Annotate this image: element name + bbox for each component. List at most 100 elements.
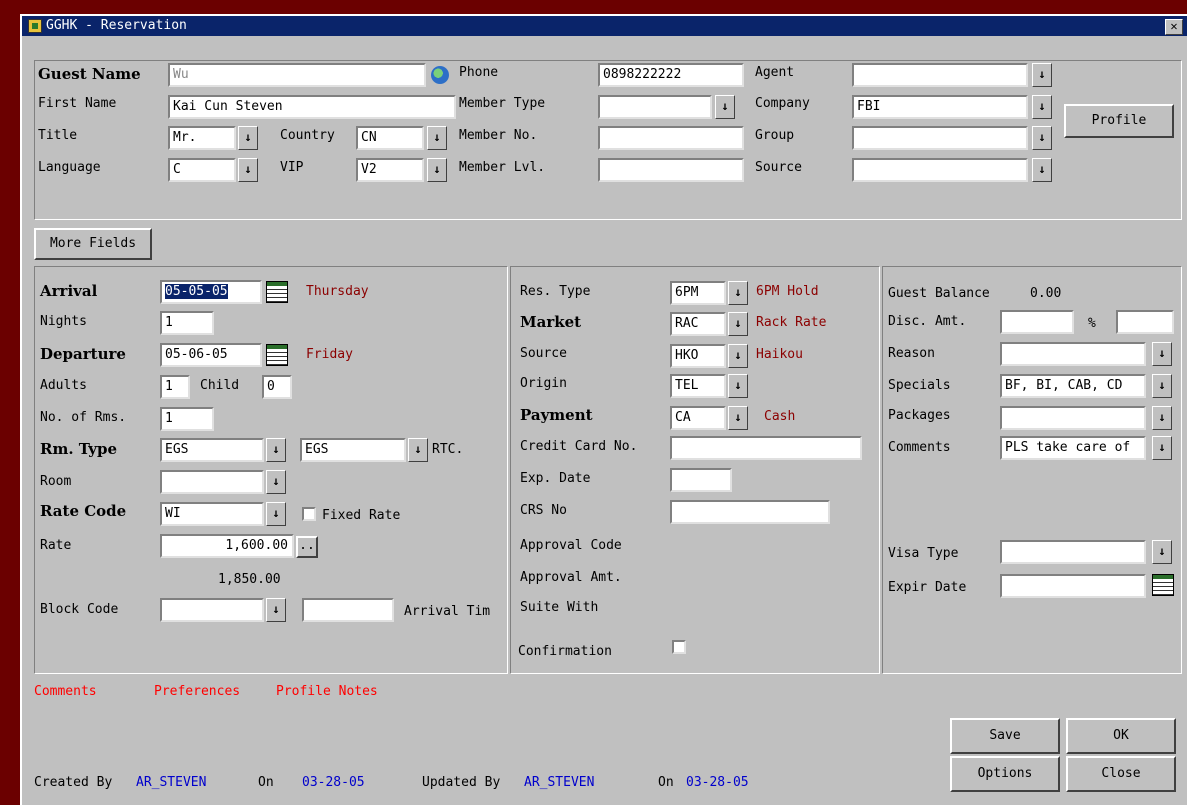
child-input[interactable]: 0: [262, 375, 292, 399]
source-res-input[interactable]: HKO: [670, 344, 726, 368]
guest-name-input[interactable]: Wu: [168, 63, 426, 87]
visa-type-input[interactable]: [1000, 540, 1146, 564]
group-dropdown-icon[interactable]: ↓: [1032, 126, 1052, 150]
exp-date-input[interactable]: [670, 468, 732, 492]
rm-type-input[interactable]: EGS: [160, 438, 264, 462]
member-type-dropdown-icon[interactable]: ↓: [715, 95, 735, 119]
comments-label: Comments: [888, 440, 951, 455]
arrival-calendar-icon[interactable]: [266, 281, 288, 303]
crs-no-input[interactable]: [670, 500, 830, 524]
source-input[interactable]: [852, 158, 1028, 182]
rate-detail-button[interactable]: ..: [296, 536, 318, 558]
source-dropdown-icon[interactable]: ↓: [1032, 158, 1052, 182]
source-res-label: Source: [520, 346, 567, 361]
vip-input[interactable]: V2: [356, 158, 424, 182]
country-dropdown-icon[interactable]: ↓: [427, 126, 447, 150]
close-button[interactable]: Close: [1066, 756, 1176, 792]
language-input[interactable]: C: [168, 158, 236, 182]
expir-date-input[interactable]: [1000, 574, 1146, 598]
room-input[interactable]: [160, 470, 264, 494]
packages-dropdown-icon[interactable]: ↓: [1152, 406, 1172, 430]
confirmation-checkbox[interactable]: [672, 640, 686, 654]
reason-dropdown-icon[interactable]: ↓: [1152, 342, 1172, 366]
group-label: Group: [755, 128, 795, 143]
rm-type-input-2[interactable]: EGS: [300, 438, 406, 462]
title-dropdown-icon[interactable]: ↓: [238, 126, 258, 150]
origin-dropdown-icon[interactable]: ↓: [728, 374, 748, 398]
profile-button[interactable]: Profile: [1064, 104, 1174, 138]
globe-icon[interactable]: [431, 66, 449, 84]
comments-input[interactable]: PLS take care of: [1000, 436, 1146, 460]
ok-button[interactable]: OK: [1066, 718, 1176, 754]
reason-input[interactable]: [1000, 342, 1146, 366]
res-type-input[interactable]: 6PM: [670, 281, 726, 305]
agent-dropdown-icon[interactable]: ↓: [1032, 63, 1052, 87]
rate-input[interactable]: 1,600.00: [160, 534, 294, 558]
rtc-label: RTC.: [432, 442, 464, 457]
nights-input[interactable]: 1: [160, 311, 214, 335]
fixed-rate-label: Fixed Rate: [322, 508, 401, 523]
comments-link[interactable]: Comments: [34, 684, 97, 699]
market-dropdown-icon[interactable]: ↓: [728, 312, 748, 336]
agent-input[interactable]: [852, 63, 1028, 87]
window-title: GGHK - Reservation: [46, 18, 187, 33]
source-res-dropdown-icon[interactable]: ↓: [728, 344, 748, 368]
member-lvl-input[interactable]: [598, 158, 744, 182]
rm-type-label: Rm. Type: [40, 440, 118, 458]
origin-input[interactable]: TEL: [670, 374, 726, 398]
block-code-dropdown-icon[interactable]: ↓: [266, 598, 286, 622]
more-fields-button[interactable]: More Fields: [34, 228, 152, 260]
comments-dropdown-icon[interactable]: ↓: [1152, 436, 1172, 460]
adults-input[interactable]: 1: [160, 375, 190, 399]
disc-amt-input[interactable]: [1000, 310, 1074, 334]
app-icon: [28, 19, 42, 33]
preferences-link[interactable]: Preferences: [154, 684, 240, 699]
rm-type-dropdown-icon[interactable]: ↓: [266, 438, 286, 462]
country-input[interactable]: CN: [356, 126, 424, 150]
first-name-input[interactable]: Kai Cun Steven: [168, 95, 456, 119]
visa-type-dropdown-icon[interactable]: ↓: [1152, 540, 1172, 564]
specials-dropdown-icon[interactable]: ↓: [1152, 374, 1172, 398]
save-button[interactable]: Save: [950, 718, 1060, 754]
expir-date-calendar-icon[interactable]: [1152, 574, 1174, 596]
member-type-label: Member Type: [459, 96, 546, 111]
specials-input[interactable]: BF, BI, CAB, CD: [1000, 374, 1146, 398]
close-window-button[interactable]: ✕: [1165, 19, 1183, 35]
arrival-input[interactable]: 05-05-05: [160, 280, 262, 304]
payment-input[interactable]: CA: [670, 406, 726, 430]
updated-by-value: AR_STEVEN: [524, 775, 595, 790]
payment-dropdown-icon[interactable]: ↓: [728, 406, 748, 430]
rate-code-input[interactable]: WI: [160, 502, 264, 526]
arrival-time-input[interactable]: [302, 598, 394, 622]
packages-input[interactable]: [1000, 406, 1146, 430]
title-bar[interactable]: GGHK - Reservation ✕: [22, 16, 1187, 36]
fixed-rate-checkbox[interactable]: [302, 507, 316, 521]
specials-label: Specials: [888, 378, 951, 393]
rooms-input[interactable]: 1: [160, 407, 214, 431]
res-type-dropdown-icon[interactable]: ↓: [728, 281, 748, 305]
market-desc: Rack Rate: [756, 315, 827, 330]
room-dropdown-icon[interactable]: ↓: [266, 470, 286, 494]
member-type-input[interactable]: [598, 95, 712, 119]
departure-input[interactable]: 05-06-05: [160, 343, 262, 367]
language-dropdown-icon[interactable]: ↓: [238, 158, 258, 182]
vip-dropdown-icon[interactable]: ↓: [427, 158, 447, 182]
rm-type-2-dropdown-icon[interactable]: ↓: [408, 438, 428, 462]
market-input[interactable]: RAC: [670, 312, 726, 336]
options-button[interactable]: Options: [950, 756, 1060, 792]
phone-input[interactable]: 0898222222: [598, 63, 744, 87]
title-input[interactable]: Mr.: [168, 126, 236, 150]
language-label: Language: [38, 160, 101, 175]
block-code-input[interactable]: [160, 598, 264, 622]
company-input[interactable]: FBI: [852, 95, 1028, 119]
percent-input[interactable]: [1116, 310, 1174, 334]
res-type-label: Res. Type: [520, 284, 591, 299]
rate-code-dropdown-icon[interactable]: ↓: [266, 502, 286, 526]
group-input[interactable]: [852, 126, 1028, 150]
percent-label: %: [1088, 316, 1096, 331]
company-dropdown-icon[interactable]: ↓: [1032, 95, 1052, 119]
departure-calendar-icon[interactable]: [266, 344, 288, 366]
credit-card-input[interactable]: [670, 436, 862, 460]
profile-notes-link[interactable]: Profile Notes: [276, 684, 378, 699]
member-no-input[interactable]: [598, 126, 744, 150]
